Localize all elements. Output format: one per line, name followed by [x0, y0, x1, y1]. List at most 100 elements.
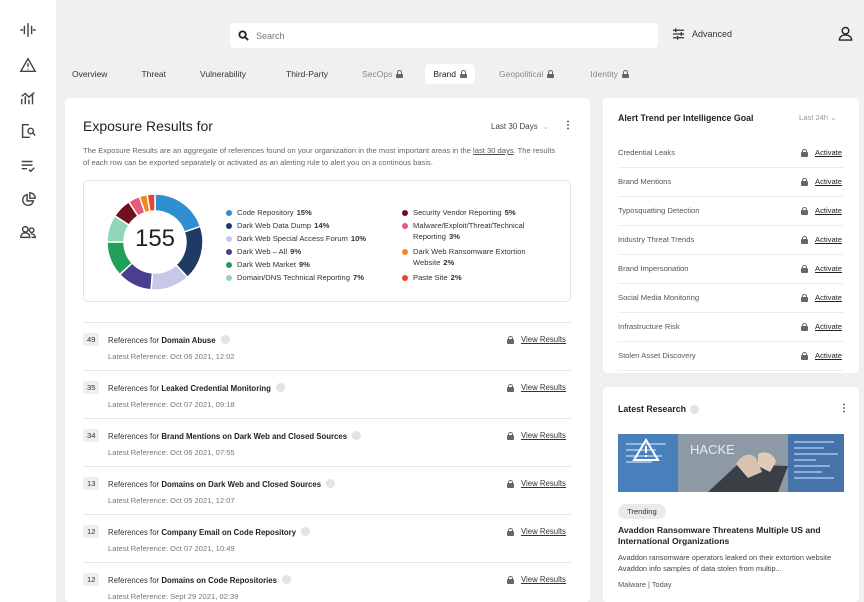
- svg-text:HACKE: HACKE: [690, 442, 735, 457]
- legend-swatch: [402, 222, 408, 229]
- reference-count: 13: [83, 477, 100, 490]
- activate-link[interactable]: Activate: [801, 235, 842, 244]
- activate-link[interactable]: Activate: [801, 293, 842, 302]
- tab-geopolitical[interactable]: Geopolitical: [491, 64, 562, 84]
- reference-count: 35: [83, 381, 100, 394]
- lock-icon: [507, 383, 514, 392]
- lock-icon: [507, 527, 514, 536]
- lock-icon: [460, 70, 467, 78]
- legend-item: Dark Web Data Dump 14%: [226, 220, 329, 231]
- alert-trend-card: Alert Trend per Intelligence Goal Last 2…: [603, 98, 859, 373]
- help-icon[interactable]: [275, 383, 285, 392]
- goal-label: Industry Threat Trends: [618, 235, 695, 244]
- latest-reference: Latest Reference: Sept 29 2021, 02:39: [108, 592, 239, 601]
- latest-research-card: Latest Research ⋮ HACKE Trending Avaddon…: [603, 387, 859, 602]
- user-profile-icon[interactable]: [838, 26, 853, 46]
- activate-link[interactable]: Activate: [801, 264, 842, 273]
- tab-identity[interactable]: Identity: [582, 64, 636, 84]
- tab-secops[interactable]: SecOps: [354, 64, 411, 84]
- lock-icon: [801, 148, 808, 157]
- lock-icon: [801, 264, 808, 273]
- reference-count: 34: [83, 429, 100, 442]
- legend-swatch: [226, 235, 232, 242]
- lock-icon: [621, 70, 629, 78]
- lock-icon: [507, 335, 514, 344]
- reference-title: References for Leaked Credential Monitor…: [108, 383, 285, 393]
- activate-link[interactable]: Activate: [801, 351, 842, 360]
- legend-item: Dark Web Special Access Forum 10%: [226, 233, 366, 244]
- lock-icon: [507, 575, 514, 584]
- lock-icon: [801, 235, 808, 244]
- reference-title: References for Domain Abuse: [108, 335, 230, 345]
- reference-row: 12 References for Domains on Code Reposit…: [83, 562, 571, 602]
- lock-icon: [801, 293, 808, 302]
- activate-link[interactable]: Activate: [801, 206, 842, 215]
- help-icon[interactable]: [689, 404, 699, 414]
- legend-swatch: [402, 274, 408, 281]
- trend-chart-icon[interactable]: [18, 88, 38, 108]
- intelligence-goal-row: Credential Leaks Activate: [618, 139, 844, 168]
- view-results-link[interactable]: View Results: [507, 335, 566, 344]
- help-icon[interactable]: [352, 431, 362, 440]
- activate-link[interactable]: Activate: [801, 177, 842, 186]
- goal-label: Credential Leaks: [618, 148, 675, 157]
- sliders-icon: [672, 28, 685, 40]
- legend-item: Domain/DNS Technical Reporting 7%: [226, 272, 364, 283]
- help-icon[interactable]: [326, 479, 336, 488]
- legend-item: Paste Site 2%: [402, 272, 462, 283]
- checklist-icon[interactable]: [18, 156, 38, 176]
- date-range-label: Last 30 Days: [491, 122, 538, 131]
- help-icon[interactable]: [281, 575, 291, 584]
- goal-label: Stolen Asset Discovery: [618, 351, 696, 360]
- intelligence-goal-row: Social Media Monitoring Activate: [618, 284, 844, 313]
- goal-label: Social Media Monitoring: [618, 293, 700, 302]
- search-bar[interactable]: [230, 23, 658, 48]
- lock-icon: [507, 479, 514, 488]
- view-results-link[interactable]: View Results: [507, 383, 566, 392]
- latest-reference: Latest Reference: Oct 05 2021, 12:07: [108, 496, 235, 505]
- latest-reference: Latest Reference: Oct 07 2021, 10:49: [108, 544, 235, 553]
- view-results-link[interactable]: View Results: [507, 431, 566, 440]
- activate-link[interactable]: Activate: [801, 322, 842, 331]
- logo-icon[interactable]: [18, 20, 38, 40]
- help-icon[interactable]: [220, 335, 230, 344]
- lock-icon: [801, 351, 808, 360]
- document-search-icon[interactable]: [18, 121, 38, 141]
- page-title: Exposure Results for: [83, 118, 213, 134]
- research-headline[interactable]: Avaddon Ransomware Threatens Multiple US…: [618, 525, 844, 547]
- users-icon[interactable]: [18, 222, 38, 242]
- date-range-dropdown[interactable]: Last 30 Days ⌄: [491, 122, 549, 131]
- tab-overview[interactable]: Overview: [64, 64, 115, 84]
- advanced-button[interactable]: Advanced: [672, 28, 732, 40]
- tab-brand[interactable]: Brand: [425, 64, 475, 84]
- more-options-icon[interactable]: ⋮: [839, 403, 849, 414]
- intelligence-goal-row: Infrastructure Risk Activate: [618, 313, 844, 342]
- search-input[interactable]: [256, 30, 636, 41]
- tab-third-party[interactable]: Third-Party: [278, 64, 336, 84]
- last-30-days-link[interactable]: last 30 days: [473, 146, 514, 155]
- lock-icon: [547, 70, 555, 78]
- latest-reference: Latest Reference: Oct 07 2021, 09:18: [108, 400, 235, 409]
- view-results-link[interactable]: View Results: [507, 575, 566, 584]
- legend-item: Dark Web – All 9%: [226, 246, 301, 257]
- advanced-label: Advanced: [692, 29, 733, 39]
- reference-title: References for Company Email on Code Rep…: [108, 527, 311, 537]
- research-image[interactable]: HACKE: [618, 434, 844, 492]
- pie-chart-icon[interactable]: [18, 190, 38, 210]
- tab-vulnerability[interactable]: Vulnerability: [192, 64, 254, 84]
- legend-swatch: [402, 209, 408, 216]
- more-options-icon[interactable]: ⋮: [563, 120, 573, 131]
- trend-range-dropdown[interactable]: Last 24h ⌄: [799, 113, 837, 122]
- tab-threat[interactable]: Threat: [133, 64, 174, 84]
- goal-label: Infrastructure Risk: [618, 322, 680, 331]
- activate-link[interactable]: Activate: [801, 148, 842, 157]
- legend-swatch: [226, 274, 232, 281]
- intelligence-goal-row: Stolen Asset Discovery Activate: [618, 342, 844, 371]
- view-results-link[interactable]: View Results: [507, 479, 566, 488]
- chevron-down-icon: ⌄: [542, 123, 549, 131]
- legend-swatch: [226, 222, 232, 229]
- help-icon[interactable]: [301, 527, 311, 536]
- exposure-description: The Exposure Results are an aggregate of…: [83, 146, 556, 167]
- alert-triangle-icon[interactable]: [18, 55, 38, 75]
- view-results-link[interactable]: View Results: [507, 527, 566, 536]
